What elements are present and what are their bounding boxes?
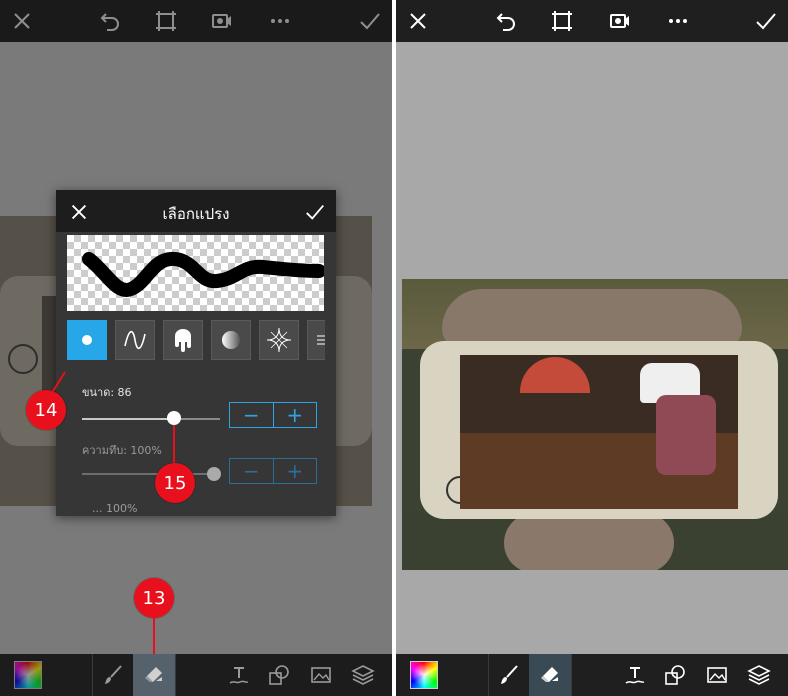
- brush-wave[interactable]: [115, 320, 155, 360]
- undo-icon[interactable]: [94, 5, 126, 37]
- shape-tool-button[interactable]: [264, 654, 294, 696]
- close-icon[interactable]: [402, 5, 434, 37]
- video-record-icon[interactable]: [206, 5, 238, 37]
- photo-hand: [442, 289, 742, 349]
- check-icon[interactable]: [354, 5, 386, 37]
- annotation-badge-15: 15: [155, 463, 195, 503]
- top-toolbar: [396, 0, 788, 42]
- size-increase-button[interactable]: +: [274, 403, 317, 427]
- brush-icon: [501, 665, 518, 684]
- dialog-header: เลือกแปรง: [56, 190, 336, 232]
- dialog-title: เลือกแปรง: [162, 205, 230, 223]
- text-tool-button[interactable]: [224, 654, 254, 696]
- shape-icon: [269, 665, 289, 685]
- photo-phone-screen: [460, 355, 738, 509]
- layers-icon: [351, 665, 375, 685]
- eraser-icon: [145, 667, 162, 682]
- annotation-badge-13: 13: [134, 578, 174, 618]
- eraser-icon: [541, 667, 558, 682]
- opacity-increase-button[interactable]: +: [274, 459, 317, 483]
- dimmed-home-button: [8, 344, 38, 374]
- photo-thumb: [504, 513, 674, 570]
- brush-list: [67, 320, 325, 364]
- undo-icon[interactable]: [490, 5, 522, 37]
- text-tool-button[interactable]: [620, 654, 650, 696]
- size-stepper: − +: [229, 402, 317, 428]
- brush-select-dialog: เลือกแปรง ขนาด: 86 − + ความทึบ: 100% − +…: [56, 190, 336, 516]
- canvas-photo[interactable]: [402, 279, 788, 570]
- opacity-label: ความทึบ: 100%: [82, 444, 162, 457]
- crop-icon[interactable]: [546, 5, 578, 37]
- brush-tool-button[interactable]: [93, 654, 133, 696]
- more-icon[interactable]: [662, 5, 694, 37]
- opacity-decrease-button[interactable]: −: [230, 459, 274, 483]
- layers-button[interactable]: [744, 654, 774, 696]
- dialog-close-icon[interactable]: [66, 199, 92, 225]
- color-picker-button[interactable]: [12, 654, 44, 696]
- text-icon: [229, 667, 249, 684]
- brush-more[interactable]: [307, 320, 325, 360]
- photo-umbrella: [520, 357, 590, 393]
- brush-dot[interactable]: [67, 320, 107, 360]
- size-label: ขนาด: 86: [82, 386, 132, 399]
- dialog-confirm-icon[interactable]: [302, 199, 328, 225]
- annotation-badge-14: 14: [26, 390, 66, 430]
- bottom-toolbar: [396, 654, 788, 696]
- size-slider-knob[interactable]: [167, 411, 181, 425]
- check-icon[interactable]: [750, 5, 782, 37]
- eraser-tool-button[interactable]: [133, 654, 175, 696]
- color-swatch-icon: [410, 661, 438, 689]
- size-slider-fill: [82, 418, 174, 420]
- video-record-icon[interactable]: [604, 5, 636, 37]
- brush-drip[interactable]: [163, 320, 203, 360]
- image-icon: [707, 667, 727, 683]
- close-icon[interactable]: [6, 5, 38, 37]
- image-tool-button[interactable]: [306, 654, 336, 696]
- right-screen: [396, 0, 788, 696]
- brush-sparkle[interactable]: [259, 320, 299, 360]
- layers-icon: [747, 665, 771, 685]
- annotation-13-arrow: [153, 618, 155, 656]
- brush-tool-button[interactable]: [489, 654, 529, 696]
- opacity-stepper: − +: [229, 458, 317, 484]
- shape-tool-button[interactable]: [660, 654, 690, 696]
- brush-stroke-preview: [82, 252, 324, 297]
- text-icon: [625, 667, 645, 684]
- next-setting-label-partial: ... 100%: [92, 502, 138, 515]
- brush-gradient-circle[interactable]: [211, 320, 251, 360]
- bottom-toolbar: [0, 654, 392, 696]
- color-picker-button[interactable]: [408, 654, 440, 696]
- more-icon[interactable]: [264, 5, 296, 37]
- image-icon: [311, 667, 331, 683]
- opacity-slider-track[interactable]: [82, 473, 220, 475]
- crop-icon[interactable]: [150, 5, 182, 37]
- shape-icon: [665, 665, 685, 685]
- size-decrease-button[interactable]: −: [230, 403, 274, 427]
- layers-button[interactable]: [348, 654, 378, 696]
- image-tool-button[interactable]: [702, 654, 732, 696]
- left-screen: เลือกแปรง ขนาด: 86 − + ความทึบ: 100% − +…: [0, 0, 392, 696]
- opacity-slider-knob[interactable]: [207, 467, 221, 481]
- brush-preview: [67, 235, 324, 311]
- annotation-15-arrow: [173, 425, 175, 465]
- top-toolbar: [0, 0, 392, 42]
- photo-person-skirt: [656, 395, 716, 475]
- eraser-tool-button[interactable]: [529, 654, 571, 696]
- brush-icon: [105, 665, 122, 684]
- color-swatch-icon: [14, 661, 42, 689]
